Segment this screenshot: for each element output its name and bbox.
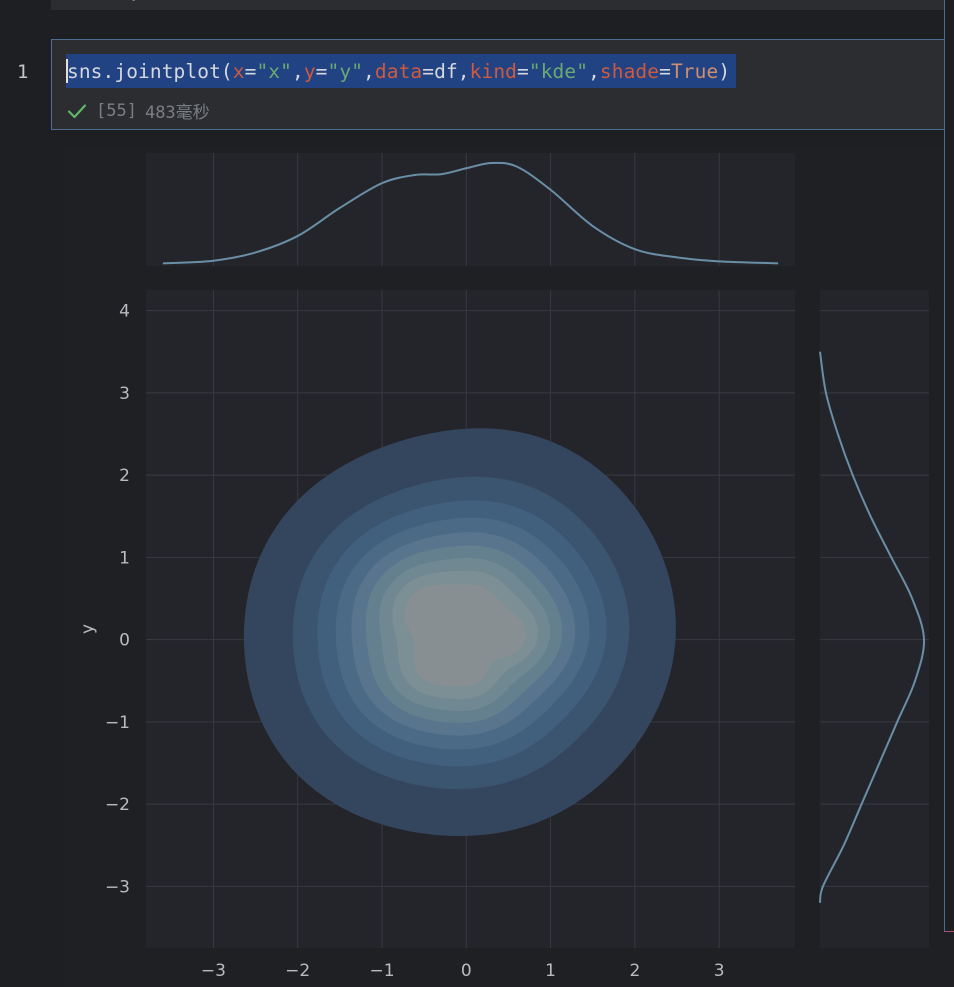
- marginal-y-axes-bg: [820, 290, 929, 948]
- cell-output: −3 −2 −1 0 1 2 3 −3 −2 −1 0 1 2 3 4 y: [65, 148, 954, 987]
- y-tick-label: −1: [105, 713, 130, 733]
- scrollbar-track[interactable]: [944, 0, 954, 932]
- code-line[interactable]: sns.jointplot(x="x",y="y",data=df,kind="…: [66, 54, 737, 88]
- y-tick-label: 0: [119, 631, 130, 651]
- x-tick-label: −2: [285, 961, 310, 981]
- code-token: "y": [327, 59, 364, 83]
- y-tick-label: 3: [119, 384, 130, 404]
- code-token: =: [315, 59, 328, 83]
- y-tick-label: 2: [119, 466, 130, 486]
- x-tick-label: 2: [629, 961, 640, 981]
- code-token: sns.jointplot(: [67, 59, 233, 83]
- code-token: =: [659, 59, 671, 83]
- marginal-x-axes-bg: [146, 153, 795, 266]
- code-token: ,: [363, 59, 375, 83]
- execution-status: [55] 483毫秒: [66, 98, 210, 123]
- x-tick-label: 1: [545, 961, 556, 981]
- execution-count: [55]: [96, 100, 137, 121]
- y-tick-label: −3: [105, 877, 130, 897]
- x-tick-label: 3: [714, 961, 725, 981]
- execution-time: 483毫秒: [144, 103, 210, 123]
- y-tick-label: −2: [105, 795, 130, 815]
- code-token: True: [670, 59, 719, 83]
- code-token: y: [303, 59, 316, 83]
- code-cell[interactable]: sns.jointplot(x="x",y="y",data=df,kind="…: [51, 39, 954, 130]
- check-icon: [67, 103, 87, 118]
- code-token: ,: [291, 59, 304, 83]
- code-token: =: [517, 59, 529, 83]
- code-token: "x": [256, 59, 292, 83]
- jointplot-figure: −3 −2 −1 0 1 2 3 −3 −2 −1 0 1 2 3 4 y: [78, 153, 929, 981]
- code-token: data: [374, 59, 423, 83]
- code-token: ): [718, 59, 731, 83]
- previous-cell-bottom: •: [51, 0, 954, 10]
- y-tick-label: 4: [119, 302, 130, 322]
- code-token: shade: [599, 59, 660, 83]
- code-text: sns.jointplot(x="x",y="y",data=df,kind="…: [67, 60, 730, 83]
- code-token: kind: [469, 59, 518, 83]
- line-number: 1: [17, 61, 29, 83]
- code-token: =df,: [422, 59, 470, 83]
- code-token: x: [232, 59, 245, 83]
- y-tick-label: 1: [119, 548, 130, 568]
- code-token: =: [244, 59, 257, 83]
- y-axis-label: y: [78, 624, 98, 634]
- x-tick-label: −1: [369, 961, 394, 981]
- code-token: "kde": [528, 59, 589, 83]
- code-token: ,: [588, 59, 600, 83]
- x-tick-label: 0: [461, 961, 472, 981]
- x-tick-label: −3: [201, 961, 226, 981]
- collapse-handle-icon[interactable]: •: [131, 0, 141, 6]
